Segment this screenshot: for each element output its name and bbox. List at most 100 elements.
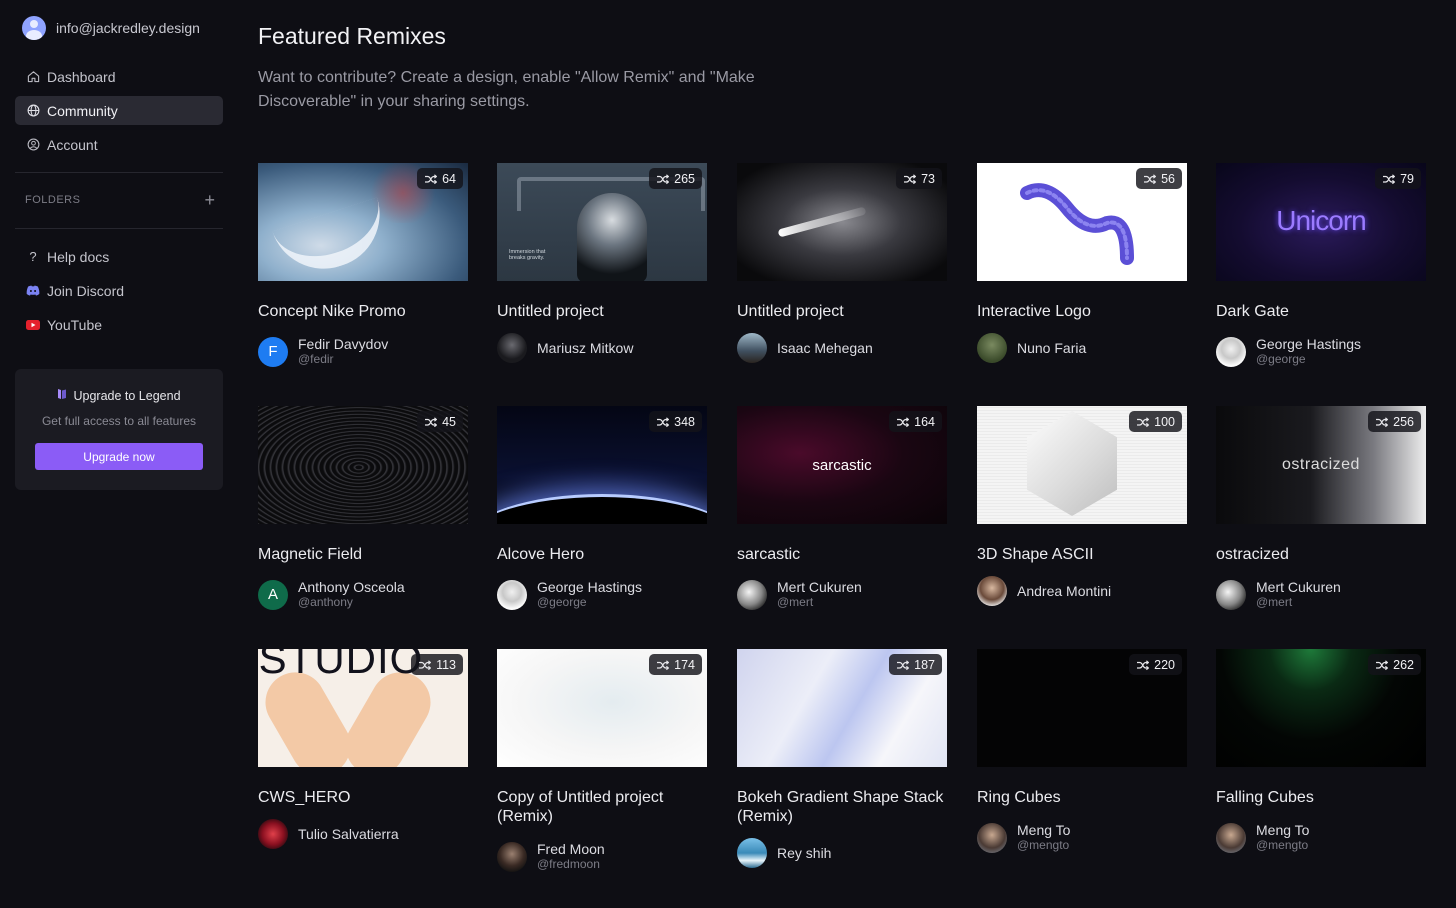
- card-author[interactable]: Nuno Faria: [977, 333, 1086, 363]
- link-join-discord[interactable]: Join Discord: [15, 276, 223, 305]
- nav-item-community[interactable]: Community: [15, 96, 223, 125]
- remix-count-badge: 164: [889, 411, 942, 432]
- author-avatar: [258, 819, 288, 849]
- card-author[interactable]: Isaac Mehegan: [737, 333, 873, 363]
- author-name: Mert Cukuren: [777, 579, 862, 595]
- card-thumbnail[interactable]: 45: [258, 406, 468, 524]
- link-label: YouTube: [47, 316, 103, 333]
- card-thumbnail[interactable]: 73: [737, 163, 947, 281]
- card-author[interactable]: A Anthony Osceola @anthony: [258, 579, 405, 610]
- shuffle-icon: [418, 659, 432, 670]
- card-thumbnail[interactable]: 187: [737, 649, 947, 767]
- thumb-wordmark: ostracized: [1282, 456, 1360, 473]
- card-thumbnail[interactable]: sarcastic 164: [737, 406, 947, 524]
- card-title[interactable]: Ring Cubes: [977, 788, 1187, 807]
- shuffle-icon: [1136, 659, 1150, 670]
- card-title[interactable]: Alcove Hero: [497, 545, 707, 564]
- card-author[interactable]: George Hastings @george: [497, 579, 642, 610]
- card-title[interactable]: Concept Nike Promo: [258, 302, 468, 321]
- card-thumbnail[interactable]: 348: [497, 406, 707, 524]
- author-name: Fred Moon: [537, 841, 605, 857]
- add-folder-icon[interactable]: +: [204, 191, 215, 209]
- upgrade-now-button[interactable]: Upgrade now: [35, 443, 203, 470]
- remix-count: 187: [914, 657, 935, 672]
- shuffle-icon: [1136, 416, 1150, 427]
- nav-item-dashboard[interactable]: Dashboard: [15, 62, 223, 91]
- card-thumbnail[interactable]: Immersion that breaks gravity. 265: [497, 163, 707, 281]
- remix-count-badge: 187: [889, 654, 942, 675]
- card-title[interactable]: Interactive Logo: [977, 302, 1187, 321]
- author-avatar: [1216, 336, 1246, 367]
- card-title[interactable]: Magnetic Field: [258, 545, 468, 564]
- card-thumbnail[interactable]: STUDIO 113: [258, 649, 468, 767]
- remix-count: 174: [674, 657, 695, 672]
- link-youtube[interactable]: YouTube: [15, 310, 223, 339]
- shuffle-icon: [1382, 173, 1396, 184]
- shuffle-icon: [896, 659, 910, 670]
- page-description: Want to contribute? Create a design, ena…: [258, 69, 755, 110]
- author-avatar: [977, 822, 1007, 853]
- nav-item-account[interactable]: Account: [15, 130, 223, 159]
- card-author[interactable]: Mert Cukuren @mert: [1216, 579, 1341, 610]
- card-author[interactable]: George Hastings @george: [1216, 336, 1361, 367]
- card-author[interactable]: Andrea Montini: [977, 576, 1111, 606]
- card-author[interactable]: Meng To @mengto: [1216, 822, 1309, 853]
- remix-count-badge: 64: [417, 168, 463, 189]
- remix-count-badge: 262: [1368, 654, 1421, 675]
- shuffle-icon: [1375, 659, 1389, 670]
- author-name: Meng To: [1256, 822, 1310, 838]
- card-author[interactable]: Tulio Salvatierra: [258, 819, 399, 849]
- author-avatar: [977, 576, 1007, 606]
- remix-count: 220: [1154, 657, 1175, 672]
- link-label: Help docs: [47, 248, 110, 265]
- author-handle: @fredmoon: [537, 857, 600, 871]
- card-author[interactable]: Fred Moon @fredmoon: [497, 841, 605, 872]
- card-title[interactable]: Untitled project: [737, 302, 947, 321]
- card-thumbnail[interactable]: 220: [977, 649, 1187, 767]
- card-title[interactable]: Falling Cubes: [1216, 788, 1426, 807]
- author-name: George Hastings: [537, 579, 643, 595]
- card-title[interactable]: 3D Shape ASCII: [977, 545, 1187, 564]
- remix-count-badge: 265: [649, 168, 702, 189]
- home-icon: [26, 70, 40, 84]
- card-title[interactable]: Untitled project: [497, 302, 707, 321]
- card-title[interactable]: CWS_HERO: [258, 788, 468, 807]
- remix-count-badge: 73: [896, 168, 942, 189]
- upgrade-subtitle: Get full access to all features: [41, 414, 197, 428]
- card-title[interactable]: Bokeh Gradient Shape Stack (Remix): [737, 788, 947, 826]
- remix-count: 56: [1161, 171, 1175, 186]
- author-name: Meng To: [1017, 822, 1071, 838]
- folders-label: FOLDERS: [25, 194, 81, 206]
- author-handle: @george: [1256, 352, 1306, 366]
- card-title[interactable]: Copy of Untitled project (Remix): [497, 788, 707, 826]
- link-help-docs[interactable]: ? Help docs: [15, 242, 223, 271]
- card-thumbnail[interactable]: 56: [977, 163, 1187, 281]
- shuffle-icon: [424, 173, 438, 184]
- remix-count-badge: 113: [411, 654, 463, 675]
- author-avatar: [737, 838, 767, 868]
- youtube-icon: [26, 318, 40, 332]
- card-author[interactable]: Rey shih: [737, 838, 831, 868]
- card-author[interactable]: Meng To @mengto: [977, 822, 1070, 853]
- card-title[interactable]: sarcastic: [737, 545, 947, 564]
- card-thumbnail[interactable]: 64: [258, 163, 468, 281]
- author-handle: @fedir: [298, 352, 334, 366]
- card-title[interactable]: ostracized: [1216, 545, 1426, 564]
- card-thumbnail[interactable]: ostracized 256: [1216, 406, 1426, 524]
- card-thumbnail[interactable]: 262: [1216, 649, 1426, 767]
- remix-count-badge: 56: [1136, 168, 1182, 189]
- card-author[interactable]: Mert Cukuren @mert: [737, 579, 862, 610]
- author-name: Isaac Mehegan: [777, 340, 873, 356]
- user-menu[interactable]: info@jackredley.design: [22, 16, 200, 40]
- thumb-horizon: [497, 494, 707, 524]
- card-author[interactable]: Mariusz Mitkow: [497, 333, 633, 363]
- remix-count: 164: [914, 414, 935, 429]
- card-thumbnail[interactable]: 174: [497, 649, 707, 767]
- author-handle: @mengto: [1256, 838, 1309, 852]
- card-author[interactable]: F Fedir Davydov @fedir: [258, 336, 388, 367]
- card-thumbnail[interactable]: Unicorn 79: [1216, 163, 1426, 281]
- card-title[interactable]: Dark Gate: [1216, 302, 1426, 321]
- author-avatar: [1216, 579, 1246, 610]
- author-name: Nuno Faria: [1017, 340, 1087, 356]
- card-thumbnail[interactable]: 100: [977, 406, 1187, 524]
